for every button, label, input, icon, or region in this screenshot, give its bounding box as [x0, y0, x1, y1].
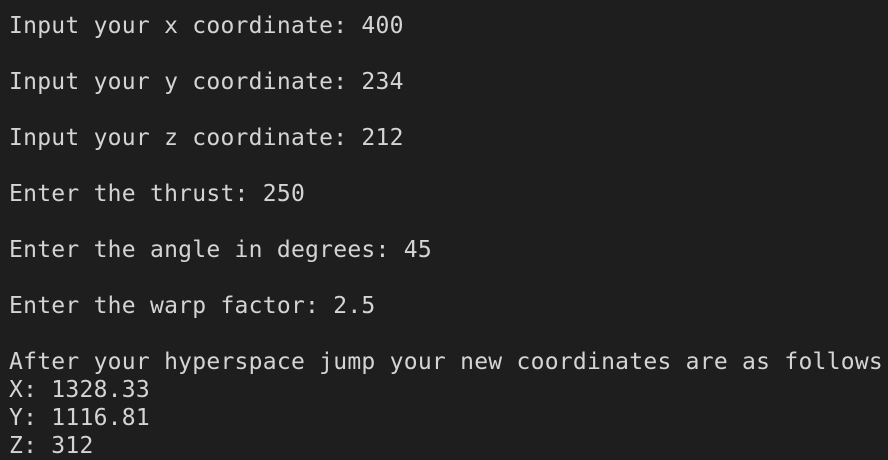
terminal-output[interactable]: Input your x coordinate: 400 Input your … — [0, 0, 888, 460]
result-y: Y: 1116.81 — [9, 405, 150, 431]
result-x: X: 1328.33 — [9, 377, 150, 403]
prompt-angle: Enter the angle in degrees: 45 — [9, 237, 432, 263]
result-heading: After your hyperspace jump your new coor… — [9, 349, 884, 375]
prompt-y-coordinate: Input your y coordinate: 234 — [9, 69, 404, 95]
result-z: Z: 312 — [9, 433, 94, 459]
prompt-thrust: Enter the thrust: 250 — [9, 181, 306, 207]
prompt-x-coordinate: Input your x coordinate: 400 — [9, 13, 404, 39]
prompt-z-coordinate: Input your z coordinate: 212 — [9, 125, 404, 151]
prompt-warp-factor: Enter the warp factor: 2.5 — [9, 293, 376, 319]
